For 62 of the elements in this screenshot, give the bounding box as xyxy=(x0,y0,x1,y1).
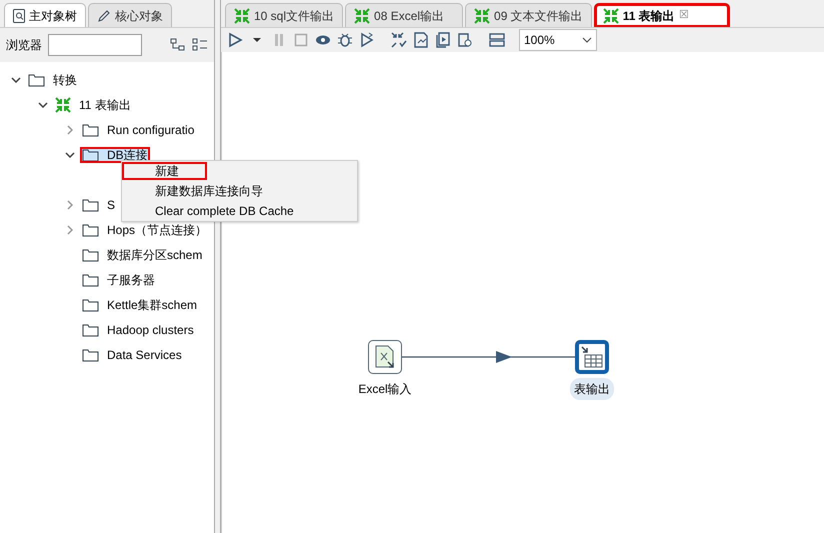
menu-item[interactable]: 新建数据库连接向导 xyxy=(122,181,357,201)
run-icon[interactable] xyxy=(227,32,243,48)
excel-file-icon xyxy=(374,345,396,369)
folder-icon xyxy=(82,322,99,336)
pencil-icon xyxy=(97,8,111,22)
caret-icon xyxy=(582,37,592,43)
transform-icon xyxy=(55,96,71,112)
folder-icon xyxy=(82,122,99,136)
transform-icon xyxy=(354,8,370,24)
transform-icon xyxy=(474,8,490,24)
bug-icon[interactable] xyxy=(337,32,353,48)
menu-item[interactable]: Clear complete DB Cache xyxy=(122,201,357,221)
folder-icon xyxy=(82,222,99,236)
layout-icon[interactable] xyxy=(489,32,505,48)
collapse-icon[interactable] xyxy=(65,152,75,158)
tree-item[interactable]: 11 表输出 xyxy=(53,96,133,114)
expand-icon[interactable] xyxy=(67,200,73,210)
folder-icon xyxy=(82,198,99,212)
expand-icon[interactable] xyxy=(67,124,73,134)
close-icon[interactable]: ☒ xyxy=(678,7,689,24)
chart-doc-icon[interactable] xyxy=(413,32,429,48)
transform-icon xyxy=(234,8,250,24)
step-node[interactable] xyxy=(575,340,609,374)
panel-tab[interactable]: 主对象树 xyxy=(4,3,86,27)
folder-icon xyxy=(28,72,45,86)
search-icon xyxy=(13,8,25,22)
step-label: Excel输入 xyxy=(357,381,413,398)
tree-item[interactable]: Hops（节点连接） xyxy=(80,222,210,238)
script-icon[interactable] xyxy=(435,32,451,48)
expand-icon[interactable] xyxy=(67,224,73,234)
folder-icon xyxy=(82,272,99,286)
editor-tab[interactable]: 11 表输出 ☒ xyxy=(594,3,730,27)
tree-item[interactable]: S xyxy=(80,196,118,212)
tree-item[interactable]: 转换 xyxy=(26,72,79,88)
folder-icon xyxy=(82,148,99,162)
tree-item[interactable]: 子服务器 xyxy=(80,272,157,288)
menu-item[interactable]: 新建 xyxy=(122,161,357,181)
step-node[interactable] xyxy=(368,340,402,374)
folder-icon xyxy=(82,348,99,362)
step-label: 表输出 xyxy=(570,378,614,400)
hop-arrow[interactable] xyxy=(402,350,576,364)
tree-item[interactable]: Data Services xyxy=(80,346,184,362)
replay-icon[interactable] xyxy=(359,32,375,48)
editor-tab[interactable]: 09 文本文件输出 xyxy=(465,3,592,27)
zoom-dropdown[interactable]: 100% xyxy=(519,29,597,51)
tree-item[interactable]: Run configuratio xyxy=(80,122,196,138)
table-icon xyxy=(581,346,603,368)
folder-icon xyxy=(82,298,99,312)
expand-tree-icon[interactable] xyxy=(170,38,186,52)
tree-item[interactable]: Hadoop clusters xyxy=(80,322,196,338)
tree-item[interactable]: Kettle集群schem xyxy=(80,296,200,312)
collapse-icon[interactable] xyxy=(38,102,48,108)
list-icon[interactable] xyxy=(192,38,208,52)
editor-tab[interactable]: 08 Excel输出 xyxy=(345,3,464,27)
browser-label: 浏览器 xyxy=(6,37,42,54)
tree-item[interactable]: 数据库分区schem xyxy=(80,246,204,262)
folder-icon xyxy=(82,248,99,262)
collapse-icon[interactable] xyxy=(11,76,21,82)
search-field[interactable] xyxy=(48,34,142,56)
panel-tab[interactable]: 核心对象 xyxy=(88,3,172,27)
transform-icon xyxy=(602,8,619,24)
editor-tab[interactable]: 10 sql文件输出 xyxy=(225,3,344,27)
